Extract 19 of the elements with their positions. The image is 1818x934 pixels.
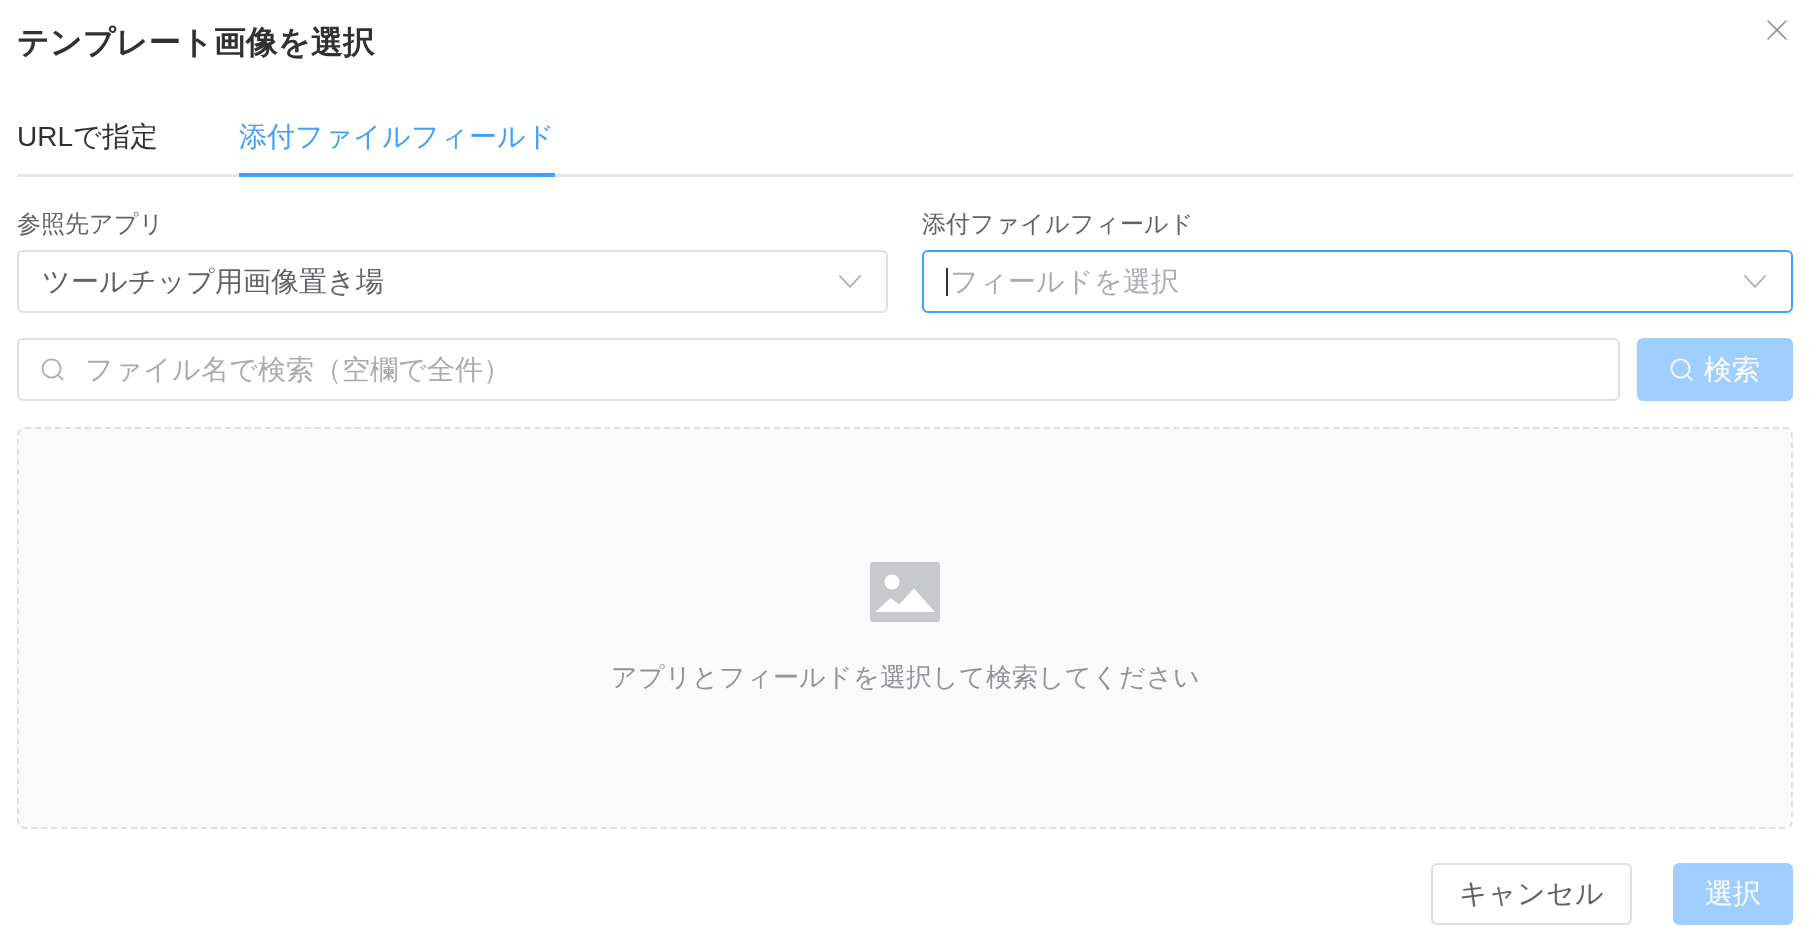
field-label: 参照先アプリ	[17, 209, 165, 239]
image-icon	[870, 562, 940, 622]
select-field[interactable]: フィールドを選択	[922, 250, 1793, 313]
select-value: ツールチップ用画像置き場	[42, 264, 384, 299]
empty-message: アプリとフィールドを選択して検索してください	[610, 661, 1200, 694]
cancel-button[interactable]: キャンセル	[1431, 863, 1632, 925]
search-icon	[1670, 358, 1693, 381]
search-placeholder: ファイル名で検索（空欄で全件）	[85, 352, 511, 387]
select-placeholder: フィールドを選択	[950, 264, 1179, 299]
search-field[interactable]: ファイル名で検索（空欄で全件）	[17, 338, 1620, 401]
dialog-title: テンプレート画像を選択	[17, 23, 375, 62]
tab[interactable]: URLで指定	[17, 119, 158, 177]
tab[interactable]: 添付ファイルフィールド	[239, 119, 555, 177]
field-label: 添付ファイルフィールド	[922, 209, 1195, 239]
select-field[interactable]: ツールチップ用画像置き場	[17, 250, 888, 313]
chevron-down-icon	[1744, 275, 1766, 288]
chevron-down-icon	[839, 275, 861, 288]
search-icon	[41, 358, 64, 381]
close-icon[interactable]	[1767, 20, 1787, 40]
